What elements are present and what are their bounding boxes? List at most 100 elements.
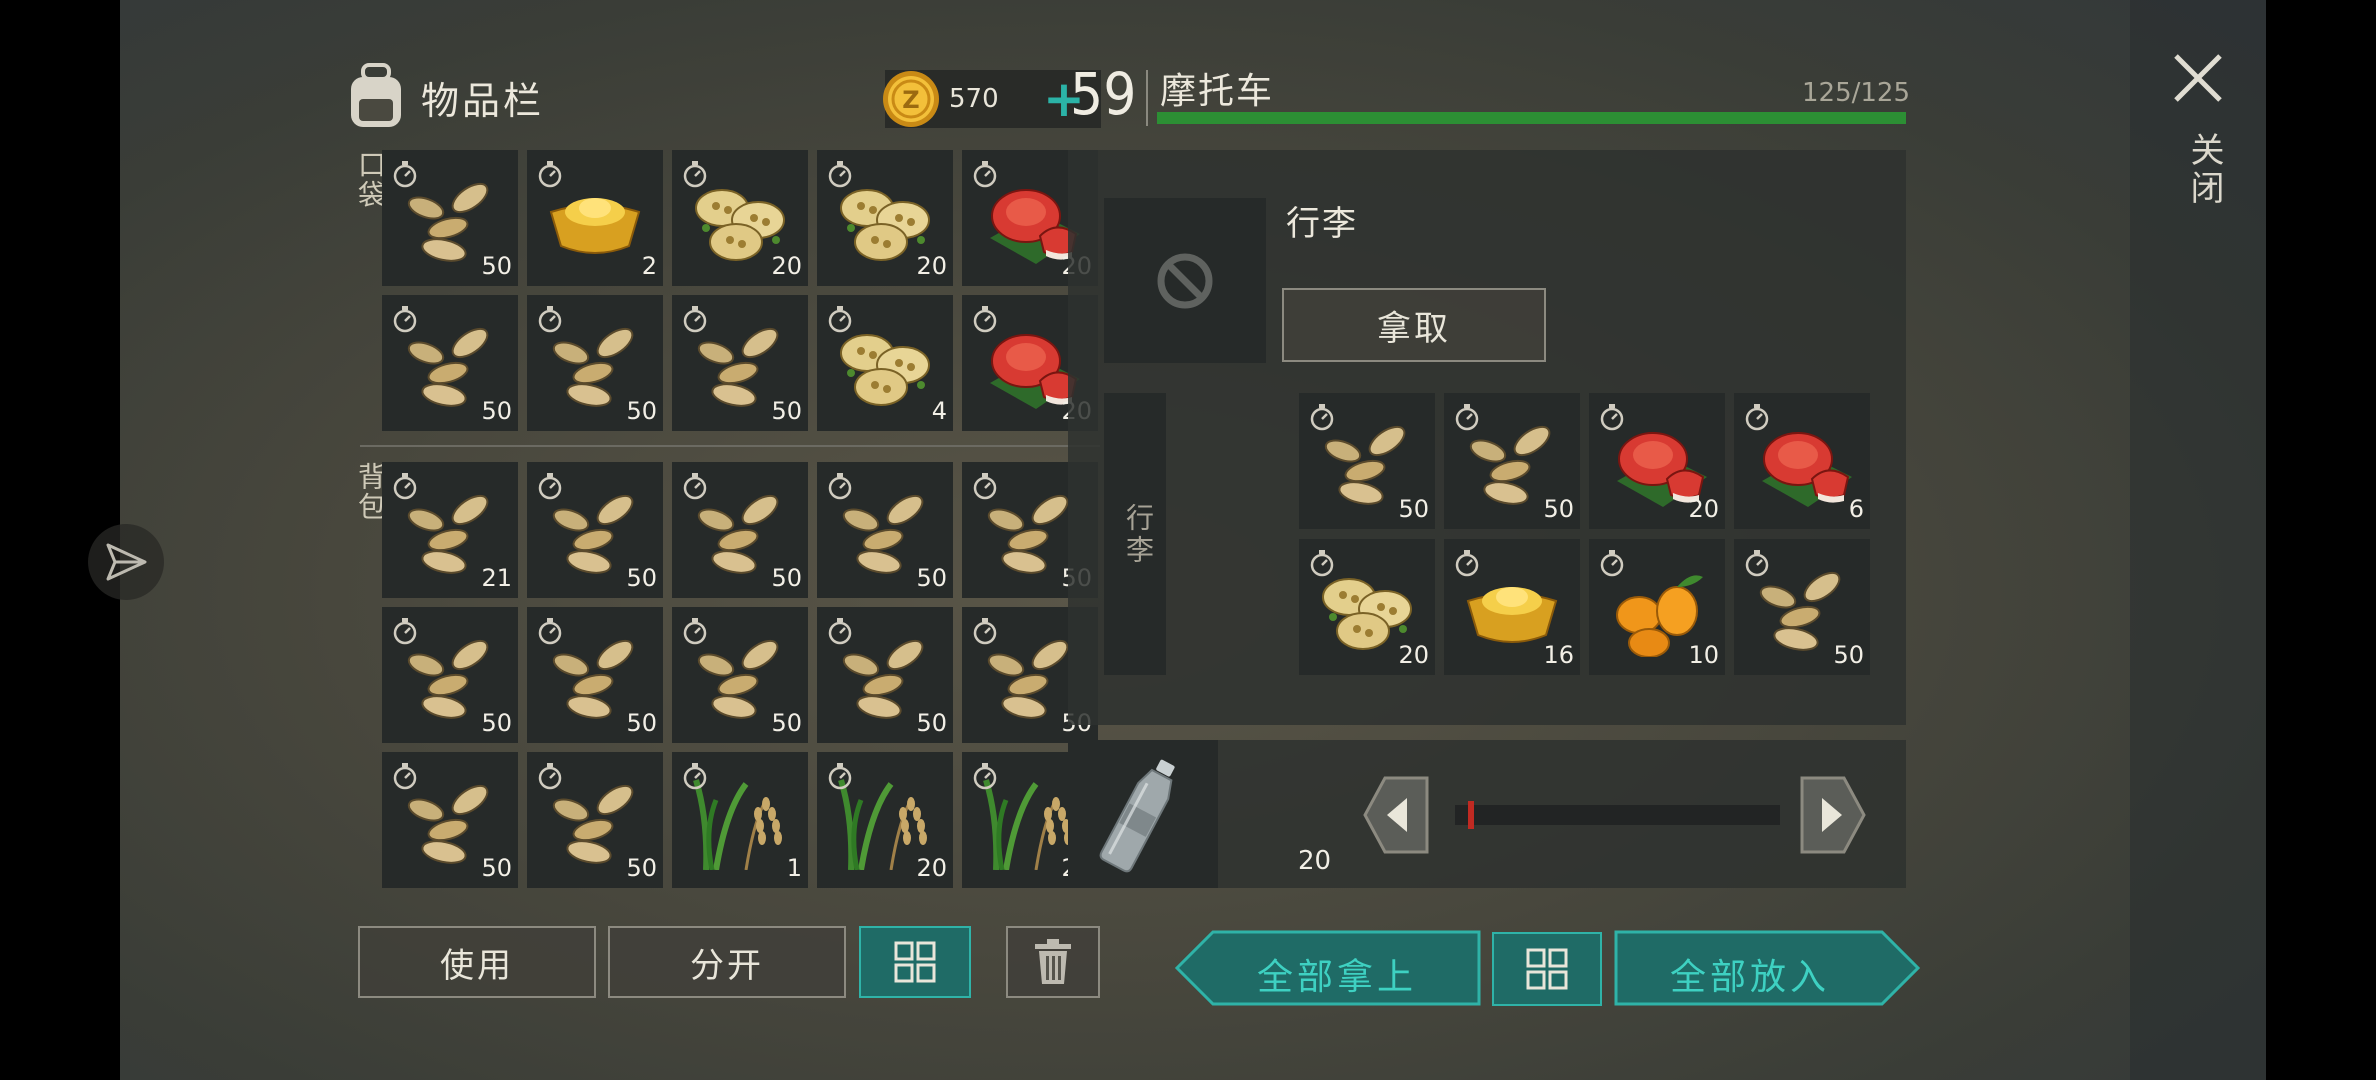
coin-count: 570 <box>949 84 999 114</box>
timer-icon <box>828 159 852 188</box>
use-button[interactable]: 使用 <box>358 926 596 998</box>
split-button[interactable]: 分开 <box>608 926 846 998</box>
timer-icon <box>828 616 852 645</box>
take-all-button[interactable]: 全部拿上 <box>1175 930 1481 1006</box>
item-count: 2 <box>641 252 657 280</box>
take-button[interactable]: 拿取 <box>1282 288 1546 362</box>
item-slot[interactable]: 50 <box>1734 539 1870 675</box>
item-slot[interactable]: 50 <box>527 295 663 431</box>
take-button-label: 拿取 <box>1377 308 1451 349</box>
empty-slot <box>1104 198 1266 363</box>
item-count: 50 <box>1543 495 1574 523</box>
timer-icon <box>1455 402 1479 431</box>
send-button[interactable] <box>88 524 164 600</box>
fuel-count: 20 <box>1298 846 1332 876</box>
item-count: 50 <box>481 252 512 280</box>
item-slot[interactable]: 50 <box>527 607 663 743</box>
item-slot[interactable]: 21 <box>382 462 518 598</box>
item-slot[interactable]: 50 <box>527 752 663 888</box>
item-slot[interactable]: 20 <box>1589 393 1725 529</box>
item-slot[interactable]: 4 <box>817 295 953 431</box>
item-slot[interactable]: 50 <box>672 462 808 598</box>
vehicle-durability: 125/125 <box>1801 78 1910 108</box>
use-button-label: 使用 <box>440 945 514 986</box>
increase-arrow-button[interactable] <box>1800 776 1866 854</box>
item-count: 1 <box>786 854 802 882</box>
timer-icon <box>393 159 417 188</box>
timer-icon <box>393 304 417 333</box>
timer-icon <box>973 159 997 188</box>
item-slot[interactable]: 50 <box>382 752 518 888</box>
item-slot[interactable]: 20 <box>672 150 808 286</box>
item-slot[interactable]: 20 <box>817 752 953 888</box>
luggage-side-tab: 行李 <box>1104 393 1166 675</box>
quantity-slider[interactable] <box>1455 805 1780 825</box>
gold-coin-icon: Z <box>883 71 939 127</box>
item-slot[interactable]: 16 <box>1444 539 1580 675</box>
timer-icon <box>1455 548 1479 577</box>
timer-icon <box>538 471 562 500</box>
timer-icon <box>538 159 562 188</box>
timer-icon <box>828 304 852 333</box>
fuel-slot[interactable] <box>1068 740 1218 888</box>
item-slot[interactable]: 50 <box>817 462 953 598</box>
item-count: 20 <box>1688 495 1719 523</box>
close-label[interactable]: 关闭 <box>2180 132 2229 208</box>
item-slot[interactable]: 10 <box>1589 539 1725 675</box>
timer-icon <box>683 304 707 333</box>
put-all-button[interactable]: 全部放入 <box>1614 930 1920 1006</box>
sort-grid-button[interactable] <box>859 926 971 998</box>
item-slot[interactable]: 50 <box>817 607 953 743</box>
item-slot[interactable]: 20 <box>1299 539 1435 675</box>
timer-icon <box>1745 402 1769 431</box>
timer-icon <box>538 304 562 333</box>
item-slot[interactable]: 50 <box>672 295 808 431</box>
delete-button[interactable] <box>1006 926 1100 998</box>
vehicle-name: 摩托车 <box>1160 71 1275 112</box>
item-slot[interactable]: 50 <box>382 607 518 743</box>
item-slot[interactable]: 20 <box>817 150 953 286</box>
item-slot[interactable]: 50 <box>1444 393 1580 529</box>
item-count: 20 <box>1398 641 1429 669</box>
item-count: 50 <box>1833 641 1864 669</box>
item-count: 50 <box>626 397 657 425</box>
decrease-arrow-button[interactable] <box>1363 776 1429 854</box>
quantity-slider-thumb[interactable] <box>1468 801 1474 829</box>
timer-icon <box>1600 548 1624 577</box>
timer-icon <box>393 471 417 500</box>
item-count: 50 <box>916 564 947 592</box>
item-count: 21 <box>481 564 512 592</box>
timer-icon <box>1745 548 1769 577</box>
luggage-sort-button[interactable] <box>1492 932 1602 1006</box>
item-count: 16 <box>1543 641 1574 669</box>
item-slot[interactable]: 2 <box>527 150 663 286</box>
item-slot[interactable]: 50 <box>382 295 518 431</box>
item-count: 50 <box>771 397 802 425</box>
water-bottle-icon <box>1099 759 1175 873</box>
item-count: 50 <box>481 397 512 425</box>
item-slot[interactable]: 50 <box>382 150 518 286</box>
timer-icon <box>683 471 707 500</box>
blocked-icon <box>1157 253 1213 308</box>
timer-icon <box>1310 548 1334 577</box>
luggage-grid: 50 50 20 6 20 16 10 50 <box>1299 393 1870 675</box>
item-slot[interactable]: 1 <box>672 752 808 888</box>
durability-bar <box>1157 112 1906 124</box>
take-all-label: 全部拿上 <box>1257 957 1418 998</box>
item-count: 50 <box>1398 495 1429 523</box>
timer-icon <box>1310 402 1334 431</box>
item-slot[interactable]: 50 <box>1299 393 1435 529</box>
item-slot[interactable]: 6 <box>1734 393 1870 529</box>
item-count: 20 <box>916 854 947 882</box>
timer-icon <box>973 616 997 645</box>
timer-icon <box>683 761 707 790</box>
item-slot[interactable]: 50 <box>672 607 808 743</box>
coin-balance: Z 570 + <box>883 70 1101 128</box>
timer-icon <box>538 761 562 790</box>
backpack-icon <box>351 63 401 127</box>
paper-plane-icon <box>106 543 147 581</box>
item-slot[interactable]: 50 <box>527 462 663 598</box>
close-icon[interactable] <box>2172 52 2224 104</box>
grid-sort-icon <box>1526 948 1568 990</box>
inventory-header: 物品栏 <box>345 62 544 132</box>
